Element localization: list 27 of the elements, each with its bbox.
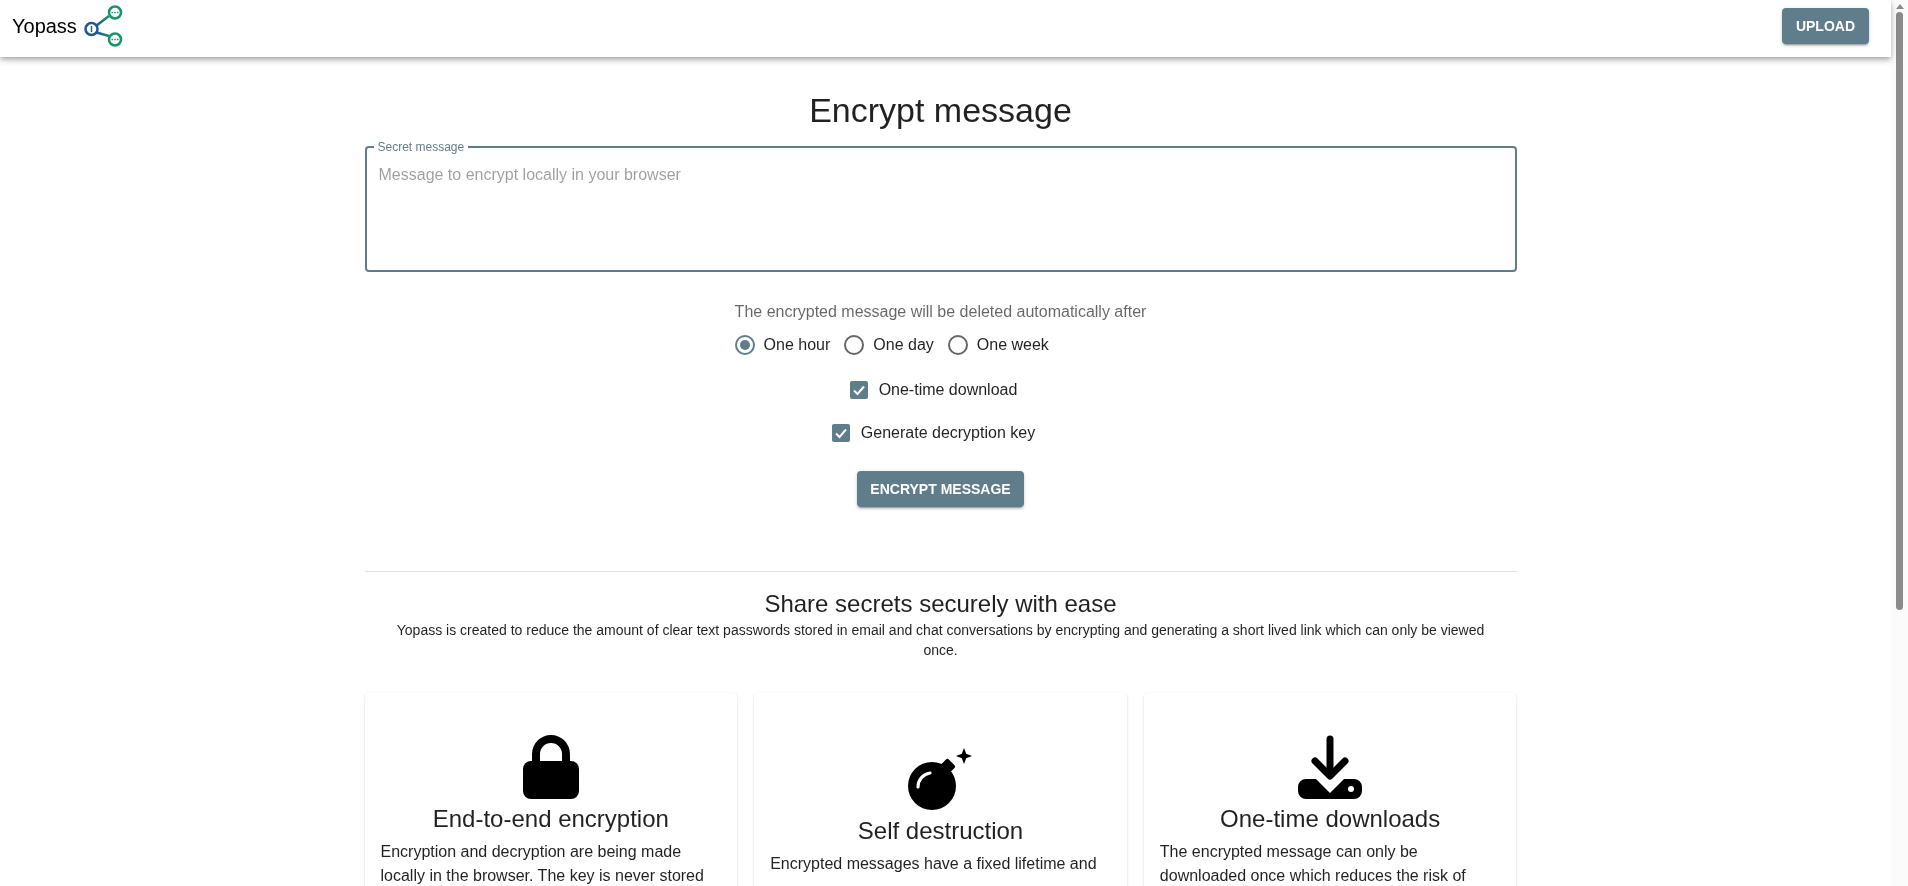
page-title: Encrypt message [809,90,1072,131]
upload-button[interactable]: UPLOAD [1781,8,1869,44]
logo-icon [83,5,124,47]
scroll-up-icon[interactable] [1895,4,1904,9]
expiration-option[interactable]: One hour [734,333,831,357]
brand-link[interactable]: Yopass [12,14,77,38]
checkbox-option[interactable]: One-time download [849,369,1018,411]
expiration-hint: The encrypted message will be deleted automatically after [734,302,1147,322]
card-text: Encrypted messages have a fixed lifetime and [770,854,1098,874]
card-title: One-time downloads [1220,804,1441,834]
expiration-option[interactable]: One week [947,333,1049,357]
card-title: End-to-end encryption [432,804,669,834]
card-text: The encrypted message can only be downloaded once which reduces the risk of [1159,842,1467,886]
bomb-icon [907,747,974,811]
secret-message-field[interactable]: Secret message Message to encrypt locally in your browser [364,140,1517,272]
field-label: Secret message [376,140,466,154]
checkbox-option[interactable]: Generate decryption key [831,412,1036,454]
section-description: Yopass is created to reduce the amount of clear text passwords stored in email and chat conversations by encrypting and generating a short lived link which can only be viewed once. [395,621,1486,660]
encrypt-button[interactable]: ENCRYPT MESSAGE [857,471,1024,507]
message-input[interactable]: Message to encrypt locally in your browser [378,154,1503,270]
download-icon [1298,735,1363,799]
scrollbar-thumb[interactable] [1896,12,1903,610]
lock-icon [522,735,579,799]
section-title: Share secrets securely with ease [764,589,1117,619]
card-text: Encryption and decryption are being made locally in the browser. The key is never stored [380,842,705,886]
card-title: Self destruction [857,816,1024,846]
expiration-option[interactable]: One day [844,333,934,357]
